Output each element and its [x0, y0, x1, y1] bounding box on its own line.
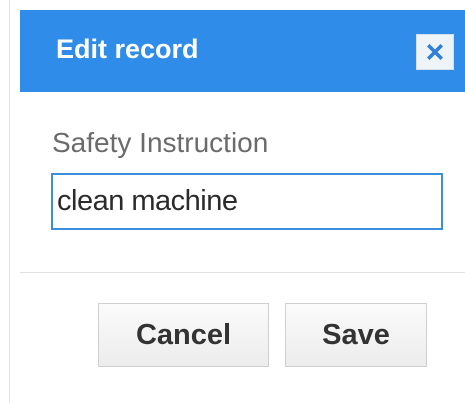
dialog-title: Edit record [56, 34, 199, 64]
dialog-titlebar: Edit record [20, 10, 465, 92]
page: Edit record Safety Instruction Cancel Sa… [0, 0, 465, 403]
safety-instruction-label: Safety Instruction [52, 127, 269, 158]
save-button[interactable]: Save [285, 303, 427, 367]
footer-divider [20, 272, 465, 273]
background-window-edge [9, 0, 10, 403]
cancel-button[interactable]: Cancel [98, 303, 269, 367]
safety-instruction-input[interactable] [51, 173, 443, 230]
edit-record-dialog: Edit record Safety Instruction Cancel Sa… [20, 10, 465, 403]
close-button[interactable] [416, 34, 454, 70]
close-x-icon [427, 44, 443, 60]
